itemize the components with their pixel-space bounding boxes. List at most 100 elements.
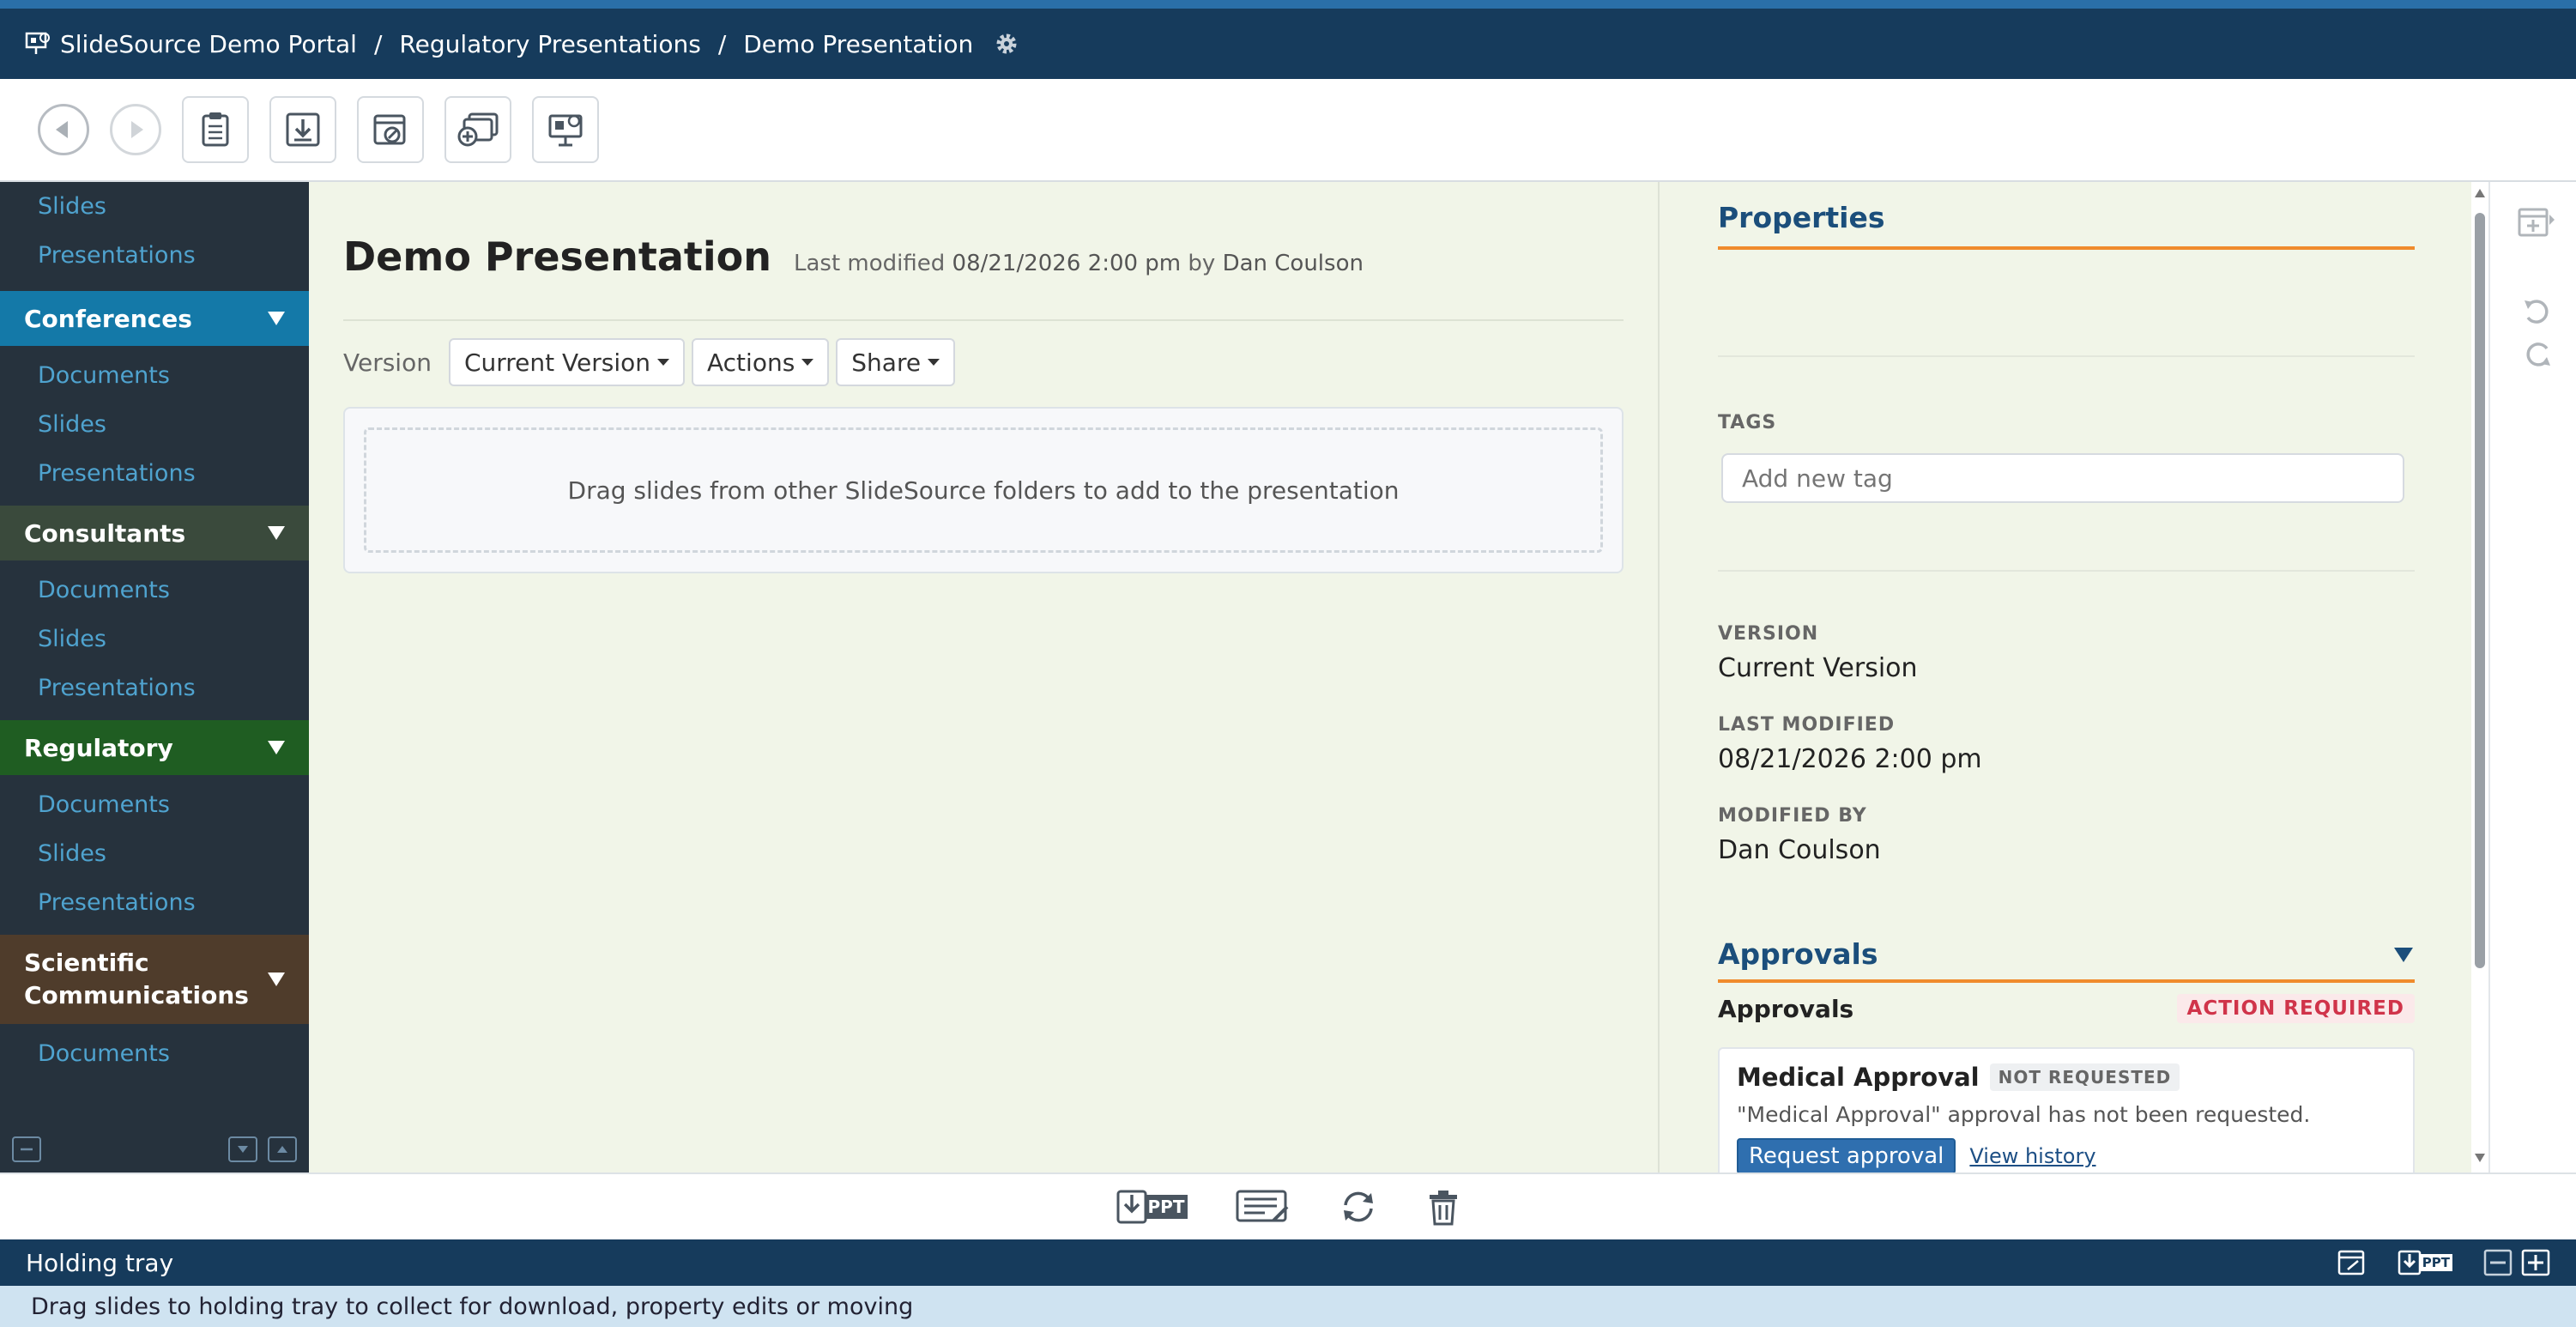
caret-down-icon	[928, 359, 940, 366]
sidebar-section-regulatory[interactable]: Regulatory	[0, 720, 309, 775]
actions-dropdown[interactable]: Actions	[692, 338, 830, 386]
sidebar-link-slides[interactable]: Slides	[0, 615, 309, 664]
action-required-badge: ACTION REQUIRED	[2176, 994, 2415, 1023]
sidebar-link-documents[interactable]: Documents	[0, 351, 309, 400]
bottom-action-bar: PPT	[0, 1172, 2576, 1239]
medical-approval-card: Medical Approval NOT REQUESTED "Medical …	[1718, 1047, 2415, 1185]
approvals-header[interactable]: Approvals	[1718, 937, 2415, 983]
edit-properties-icon[interactable]	[1236, 1188, 1291, 1226]
chevron-down-icon[interactable]	[268, 526, 285, 540]
minimize-tray-icon[interactable]	[2483, 1249, 2513, 1276]
breadcrumb-portal[interactable]: SlideSource Demo Portal	[60, 30, 357, 58]
view-history-link[interactable]: View history	[1969, 1144, 2095, 1168]
download-button[interactable]	[269, 96, 336, 163]
gear-icon[interactable]	[994, 31, 1019, 57]
chevron-down-icon[interactable]	[268, 741, 285, 754]
properties-underline	[1718, 246, 2415, 250]
edit-slide-icon	[373, 114, 406, 145]
caret-down-icon	[657, 359, 669, 366]
redo-icon[interactable]	[2521, 338, 2554, 369]
scroll-down-arrow-icon[interactable]	[2473, 1152, 2487, 1164]
divider	[1718, 570, 2415, 572]
collapse-all-button[interactable]	[12, 1136, 41, 1162]
holding-tray-dropzone[interactable]: Drag slides to holding tray to collect f…	[0, 1286, 2576, 1327]
sidebar-link-documents[interactable]: Documents	[0, 1029, 309, 1078]
version-row: Version Current Version Actions Share	[343, 338, 956, 386]
expand-panel-icon[interactable]	[2518, 204, 2555, 239]
properties-panel: Properties TAGS VERSION Current Version …	[1658, 182, 2473, 1185]
sidebar-link-presentations[interactable]: Presentations	[0, 878, 309, 927]
breadcrumb-current: Demo Presentation	[743, 29, 974, 58]
last-modified-meta: Last modified 08/21/2026 2:00 pm by Dan …	[794, 251, 1364, 276]
scroll-down-button[interactable]	[228, 1136, 257, 1162]
holding-tray-title: Holding tray	[26, 1248, 174, 1277]
meta-date: 08/21/2026 2:00 pm	[952, 251, 1182, 276]
add-slides-button[interactable]	[444, 96, 511, 163]
medical-approval-title: Medical Approval	[1737, 1063, 1980, 1092]
share-dropdown[interactable]: Share	[836, 338, 956, 386]
holding-tray-header: Holding tray PPT	[0, 1239, 2576, 1286]
breadcrumb-separator: /	[717, 29, 727, 58]
tags-label: TAGS	[1718, 412, 1777, 433]
sidebar-section-title: Regulatory	[24, 733, 173, 762]
sidebar-link-presentations[interactable]: Presentations	[0, 664, 309, 712]
sidebar-section-title: Scientific Communications	[24, 947, 249, 1012]
breadcrumb-folder[interactable]: Regulatory Presentations	[399, 30, 700, 58]
sidebar-link-documents[interactable]: Documents	[0, 566, 309, 615]
modified-by-label: MODIFIED BY	[1718, 805, 1867, 827]
version-dropdown[interactable]: Current Version	[448, 338, 685, 386]
maximize-tray-icon[interactable]	[2521, 1249, 2550, 1276]
chevron-down-icon[interactable]	[268, 973, 285, 986]
meta-by: by	[1188, 251, 1216, 276]
arrow-left-icon	[56, 121, 68, 138]
actions-dropdown-label: Actions	[707, 348, 795, 377]
back-button[interactable]	[38, 104, 89, 155]
sidebar-section-consultants[interactable]: Consultants	[0, 506, 309, 560]
drop-zone[interactable]: Drag slides from other SlideSource folde…	[364, 427, 1603, 553]
properties-button[interactable]	[182, 96, 249, 163]
caret-down-icon	[801, 359, 814, 366]
properties-scrollbar[interactable]	[2471, 182, 2488, 1172]
version-label: Version	[343, 348, 432, 377]
version-dropdown-label: Current Version	[463, 348, 650, 377]
meta-prefix: Last modified	[794, 251, 946, 276]
edit-slide-button[interactable]	[357, 96, 424, 163]
chevron-down-icon[interactable]	[2392, 945, 2415, 964]
add-tag-input[interactable]	[1721, 453, 2404, 503]
undo-icon[interactable]	[2521, 297, 2554, 328]
slide-drop-area[interactable]: Drag slides from other SlideSource folde…	[343, 407, 1624, 573]
approvals-label: Approvals	[1718, 994, 1854, 1023]
last-modified-value: 08/21/2026 2:00 pm	[1718, 744, 1982, 774]
sidebar-link-slides[interactable]: Slides	[0, 400, 309, 449]
download-ppt-button[interactable]: PPT	[1116, 1188, 1188, 1226]
sidebar-link-slides[interactable]: Slides	[0, 829, 309, 878]
scrollbar-thumb[interactable]	[2475, 213, 2485, 968]
present-button[interactable]	[532, 96, 599, 163]
version-value: Current Version	[1718, 653, 1918, 683]
trash-icon[interactable]	[1426, 1188, 1460, 1226]
sidebar: Slides Presentations Conferences Documen…	[0, 182, 309, 1172]
main-content: Demo Presentation Last modified 08/21/20…	[309, 182, 1658, 1172]
sidebar-link-presentations[interactable]: Presentations	[0, 449, 309, 498]
refresh-icon[interactable]	[1339, 1188, 1378, 1226]
sidebar-section-conferences[interactable]: Conferences	[0, 291, 309, 346]
sidebar-link-documents[interactable]: Documents	[0, 780, 309, 829]
chevron-down-icon[interactable]	[268, 312, 285, 325]
holding-tray-hint: Drag slides to holding tray to collect f…	[31, 1293, 914, 1320]
title-row: Demo Presentation Last modified 08/21/20…	[343, 233, 1364, 280]
scroll-up-arrow-icon[interactable]	[2473, 187, 2487, 199]
edit-slide-icon[interactable]	[2337, 1249, 2367, 1276]
top-bar: SlideSource Demo Portal / Regulatory Pre…	[0, 0, 2576, 79]
request-approval-button[interactable]: Request approval	[1737, 1138, 1956, 1174]
approvals-underline	[1718, 979, 2415, 983]
tray-download-ppt-button[interactable]: PPT	[2398, 1249, 2452, 1276]
clipboard-icon	[202, 112, 229, 147]
forward-button[interactable]	[110, 104, 161, 155]
sidebar-section-title-line: Communications	[24, 981, 249, 1009]
sidebar-link-slides[interactable]: Slides	[0, 182, 309, 231]
sidebar-link-presentations[interactable]: Presentations	[0, 231, 309, 280]
minus-icon	[21, 1148, 33, 1151]
right-rail	[2488, 182, 2576, 1172]
scroll-up-button[interactable]	[268, 1136, 297, 1162]
sidebar-section-scientific-communications[interactable]: Scientific Communications	[0, 935, 309, 1024]
